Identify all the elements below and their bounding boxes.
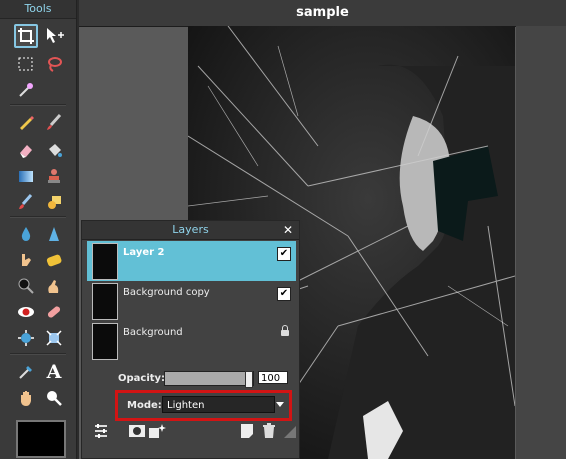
layer-styles-icon[interactable]: [148, 423, 166, 439]
bucket-icon[interactable]: [42, 138, 66, 162]
draw-icon[interactable]: [42, 190, 66, 214]
pencil-icon[interactable]: [14, 110, 38, 134]
delete-layer-icon[interactable]: [262, 423, 276, 439]
resize-grip-icon[interactable]: [284, 423, 296, 439]
eraser-icon[interactable]: [14, 138, 38, 162]
lasso-icon[interactable]: [42, 52, 66, 76]
foreground-color-swatch[interactable]: [16, 420, 66, 458]
layer-visibility-checkbox[interactable]: ✔: [277, 247, 291, 261]
document-title: sample: [79, 0, 566, 27]
chevron-down-icon[interactable]: [276, 402, 284, 407]
mode-label: Mode:: [127, 400, 162, 411]
type-icon[interactable]: A: [42, 360, 66, 384]
layer-mask-icon[interactable]: [128, 423, 146, 439]
layer-thumbnail: [92, 323, 118, 360]
sharpen-icon[interactable]: [42, 222, 66, 246]
zoom-icon[interactable]: [42, 386, 66, 410]
layers-title: Layers: [172, 223, 209, 236]
layer-name: Layer 2: [123, 247, 165, 258]
layers-header: Layers ✕: [82, 221, 299, 240]
brush-icon[interactable]: [42, 110, 66, 134]
opacity-slider-fill: [165, 372, 249, 385]
gradient-icon[interactable]: [14, 164, 38, 188]
canvas-right-margin: [516, 26, 566, 459]
hand-icon[interactable]: [14, 386, 38, 410]
layer-name: Background: [123, 327, 183, 338]
dodge-icon[interactable]: [14, 274, 38, 298]
layer-thumbnail: [92, 243, 118, 280]
crop-icon[interactable]: [14, 24, 38, 48]
opacity-slider-handle[interactable]: [245, 371, 253, 388]
layer-thumbnail: [92, 283, 118, 320]
blend-mode-select[interactable]: Lighten: [162, 396, 275, 413]
layer-settings-icon[interactable]: [94, 423, 108, 439]
layer-name: Background copy: [123, 287, 210, 298]
smudge-icon[interactable]: [14, 248, 38, 272]
color-picker-icon[interactable]: [14, 360, 38, 384]
layers-panel: Layers ✕ Layer 2 ✔ Background copy ✔ Bac…: [81, 220, 300, 459]
spot-heal-icon[interactable]: [42, 300, 66, 324]
color-replace-icon[interactable]: [14, 190, 38, 214]
burn-icon[interactable]: [42, 274, 66, 298]
layer-row[interactable]: Background copy ✔: [87, 281, 296, 321]
marquee-icon[interactable]: [14, 52, 38, 76]
drop-icon[interactable]: [14, 222, 38, 246]
opacity-input[interactable]: 100: [258, 371, 288, 384]
clone-stamp-icon[interactable]: [42, 164, 66, 188]
tools-title: Tools: [0, 0, 76, 19]
magic-wand-icon[interactable]: [14, 78, 38, 102]
layer-row[interactable]: Background: [87, 321, 296, 361]
move-icon[interactable]: [42, 24, 66, 48]
opacity-label: Opacity:: [118, 373, 166, 384]
lock-icon: [281, 325, 289, 336]
tools-panel: Tools A: [0, 0, 77, 459]
new-layer-icon[interactable]: [240, 423, 254, 439]
pinch-icon[interactable]: [42, 326, 66, 350]
layer-visibility-checkbox[interactable]: ✔: [277, 287, 291, 301]
bloat-icon[interactable]: [14, 326, 38, 350]
opacity-slider[interactable]: [164, 371, 254, 388]
close-icon[interactable]: ✕: [283, 221, 293, 239]
sponge-icon[interactable]: [42, 248, 66, 272]
layer-row[interactable]: Layer 2 ✔: [87, 241, 296, 281]
blend-mode-highlight: Mode: Lighten: [115, 390, 292, 421]
red-eye-icon[interactable]: [14, 300, 38, 324]
